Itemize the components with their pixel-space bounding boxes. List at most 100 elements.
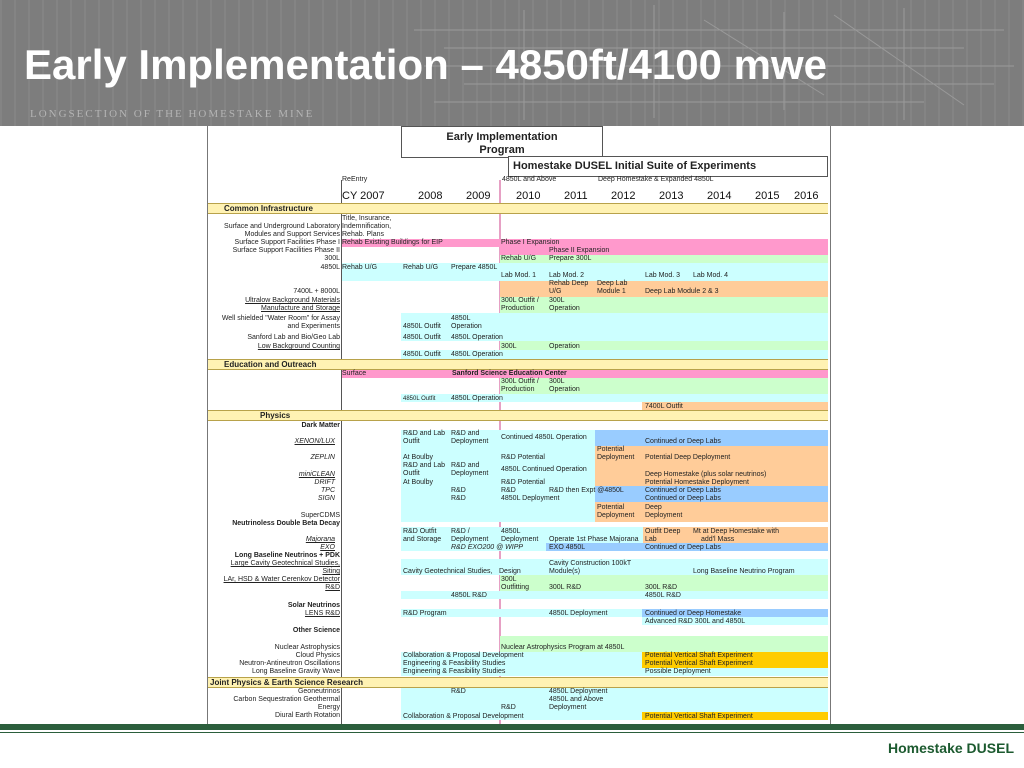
cell-text: Continued or Deep Labs xyxy=(645,544,721,551)
year-2011: 2011 xyxy=(564,190,588,202)
cell-text: Potential Deep Deployment xyxy=(645,454,731,461)
bar-carbon xyxy=(401,696,828,712)
cell-text: R&D xyxy=(501,487,516,494)
cell-text: Outfit Deep xyxy=(645,528,681,535)
row-label: 300L xyxy=(324,255,340,262)
cell-text: 4850L Operation xyxy=(451,395,503,402)
cell-text: Rehab U/G xyxy=(342,264,378,271)
row-label: Modules and Support Services xyxy=(244,231,340,238)
cell-text: Title, Insurance, xyxy=(342,215,392,222)
row-label: Other Science xyxy=(292,627,340,634)
slide-header: Early Implementation – 4850ft/4100 mwe L… xyxy=(0,0,1024,126)
cell-text: Phase I Expansion xyxy=(501,239,560,246)
cell-text: 300L xyxy=(549,297,565,304)
row-label: LAr, HSD & Water Cerenkov Detector xyxy=(223,576,340,583)
row-label: EXO xyxy=(320,544,335,551)
row-label: Majorana xyxy=(305,536,335,543)
cell-text: R&D Outfit xyxy=(403,528,437,535)
brand-label: Homestake DUSEL xyxy=(887,740,1014,756)
cell-text: 300L xyxy=(501,343,517,350)
row-label: miniCLEAN xyxy=(298,471,335,478)
footer-bar xyxy=(0,724,1024,730)
cell-text: R&D xyxy=(451,495,466,502)
cell-text: Mt at Deep Homestake with xyxy=(693,528,779,535)
row-label: XENON/LUX xyxy=(294,438,335,445)
cell-text: Potential xyxy=(597,446,625,453)
cell-text: At Boulby xyxy=(403,454,433,461)
row-label: and Experiments xyxy=(287,323,340,330)
cell-text: Module 1 xyxy=(597,288,626,295)
row-label: Surface Support Facilities Phase I xyxy=(234,239,340,246)
row-label: Manufacture and Storage xyxy=(261,305,340,312)
cell-text: Operation xyxy=(549,305,580,312)
section-joint: Joint Physics & Earth Science Research xyxy=(208,677,828,688)
cell-text: R&D and Lab xyxy=(403,462,446,469)
cell-text: Deep Lab xyxy=(597,280,628,287)
cell-text: Deep Homestake (plus solar neutrinos) xyxy=(645,471,767,478)
cell-text: 4850L R&D xyxy=(451,592,487,599)
year-2009: 2009 xyxy=(466,190,491,202)
cell-text: R&D Potential xyxy=(501,454,545,461)
cell-text: add'l Mass xyxy=(701,536,735,543)
cell-text: Deployment xyxy=(645,512,683,519)
cell-text: 4850L Outfit xyxy=(403,396,436,402)
cell-text: Operation xyxy=(549,343,580,350)
cell-text: Lab Mod. 1 xyxy=(501,272,537,279)
row-label: 4850L xyxy=(320,264,340,271)
cell-text: R&D Potential xyxy=(501,479,545,486)
row-label: Diural Earth Rotation xyxy=(275,712,340,719)
cell-text: Potential Vertical Shaft Experiment xyxy=(645,652,753,659)
cell-text: 4850L Deployment xyxy=(549,610,608,617)
row-label: R&D xyxy=(325,584,340,591)
row-label: DRIFT xyxy=(314,479,335,486)
cell-text: Potential Homestake Deployment xyxy=(645,479,749,486)
cell-text: Operate 1st Phase Majorana xyxy=(549,536,639,543)
cell-text: 7400L Outfit xyxy=(645,403,683,410)
cell-text: 300L R&D xyxy=(645,584,678,591)
row-label: Carbon Sequestration Geothermal xyxy=(233,696,340,703)
cell-text: Outfit xyxy=(403,470,420,477)
row-label: Ultralow Background Materials xyxy=(245,297,340,304)
cell-text: Deployment xyxy=(597,512,635,519)
cell-text: Collaboration & Proposal Development xyxy=(403,713,524,720)
reentry-label: ReEntry xyxy=(342,176,368,183)
cell-text: Deployment xyxy=(451,438,489,445)
cell-text: R&D and xyxy=(451,462,480,469)
cell-text: 4850L Deployment xyxy=(549,688,608,695)
cell-text: Operation xyxy=(451,323,482,330)
cell-text: Deployment xyxy=(501,536,539,543)
cell-text: Continued or Deep Labs xyxy=(645,495,721,502)
section-label: Education and Outreach xyxy=(224,360,317,369)
row-label: Nuclear Astrophysics xyxy=(274,644,340,651)
cell-text: Potential Vertical Shaft Experiment xyxy=(645,713,753,720)
row-label: Solar Neutrinos xyxy=(287,602,340,609)
cell-text: R&D EXO200 @ WIPP xyxy=(451,544,524,551)
year-2007: CY 2007 xyxy=(342,190,385,202)
cell-text: 4850L R&D xyxy=(645,592,681,599)
cell-text: Continued or Deep Labs xyxy=(645,487,721,494)
cell-text: Sanford Science Education Center xyxy=(452,370,567,377)
cell-text: 300L xyxy=(549,378,565,385)
row-label: Long Baseline Gravity Wave xyxy=(251,668,340,675)
cell-text: EXO 4850L xyxy=(549,544,586,551)
year-2008: 2008 xyxy=(418,190,443,202)
cell-text: Prepare 300L xyxy=(549,255,592,262)
cell-text: R&D and xyxy=(451,430,480,437)
year-2014: 2014 xyxy=(707,190,732,202)
cell-text: Potential Vertical Shaft Experiment xyxy=(645,660,753,667)
row-label: Cloud Physics xyxy=(295,652,340,659)
row-label: Well shielded "Water Room" for Assay xyxy=(221,315,340,322)
row-label: Siting xyxy=(322,568,340,575)
section-education: Education and Outreach xyxy=(208,359,828,370)
cell-text: 4850L Deployment xyxy=(501,495,560,502)
cell-text: Deployment xyxy=(451,470,489,477)
row-label: Long Baseline Neutrinos + PDK xyxy=(234,552,340,559)
cell-text: 4850L and Above xyxy=(549,696,604,703)
cell-text: Deep Lab Module 2 & 3 xyxy=(645,288,719,295)
cell-text: Production xyxy=(501,305,535,312)
year-2015: 2015 xyxy=(755,190,780,202)
row-label: Surface Support Facilities Phase II xyxy=(232,247,340,254)
slide-title: Early Implementation – 4850ft/4100 mwe xyxy=(24,41,828,88)
year-2013: 2013 xyxy=(659,190,684,202)
cell-text: 4850L Operation xyxy=(451,351,503,358)
